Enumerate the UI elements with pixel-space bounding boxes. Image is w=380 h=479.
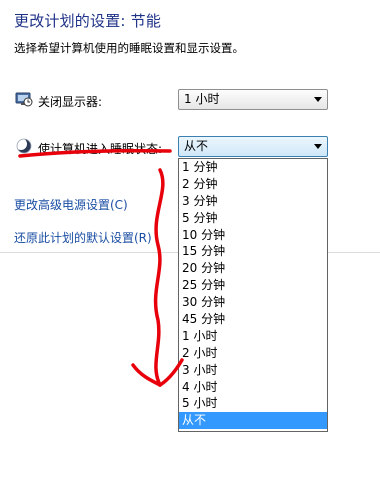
dropdown-option[interactable]: 5 小时 [179,395,327,412]
advanced-power-settings-link[interactable]: 更改高级电源设置(C) [14,196,128,213]
display-off-select[interactable]: 1 小时 [178,89,328,110]
dropdown-option[interactable]: 3 小时 [179,362,327,379]
display-off-value: 1 小时 [184,92,220,106]
dropdown-option[interactable]: 从不 [179,412,327,430]
page-title: 更改计划的设置: 节能 [14,12,162,30]
dropdown-option[interactable]: 2 分钟 [179,176,327,193]
dropdown-option[interactable]: 4 小时 [179,379,327,396]
moon-icon [15,138,32,154]
sleep-value: 从不 [184,139,209,153]
display-off-label: 关闭显示器: [38,95,103,109]
sleep-label: 使计算机进入睡眠状态: [38,142,163,156]
dropdown-option[interactable]: 2 小时 [179,345,327,362]
dropdown-option[interactable]: 45 分钟 [179,311,327,328]
chevron-down-icon [314,144,322,149]
dropdown-option[interactable]: 3 分钟 [179,193,327,210]
dropdown-option[interactable]: 1 分钟 [179,159,327,176]
page-subtitle: 选择希望计算机使用的睡眠设置和显示设置。 [14,41,244,55]
dropdown-option[interactable]: 1 小时 [179,328,327,345]
dropdown-option[interactable]: 15 分钟 [179,243,327,260]
chevron-down-icon [314,97,322,102]
dropdown-option[interactable]: 5 分钟 [179,210,327,227]
monitor-clock-icon [15,92,33,107]
sleep-dropdown-list[interactable]: 1 分钟 2 分钟 3 分钟 5 分钟 10 分钟 15 分钟 20 分钟 25 分钟 30 分… [178,158,328,432]
dropdown-option[interactable]: 20 分钟 [179,260,327,277]
dropdown-option[interactable]: 30 分钟 [179,294,327,311]
dropdown-option[interactable]: 10 分钟 [179,227,327,244]
restore-defaults-link[interactable]: 还原此计划的默认设置(R) [14,229,152,246]
sleep-select[interactable]: 从不 [178,136,328,157]
dropdown-option[interactable]: 25 分钟 [179,277,327,294]
